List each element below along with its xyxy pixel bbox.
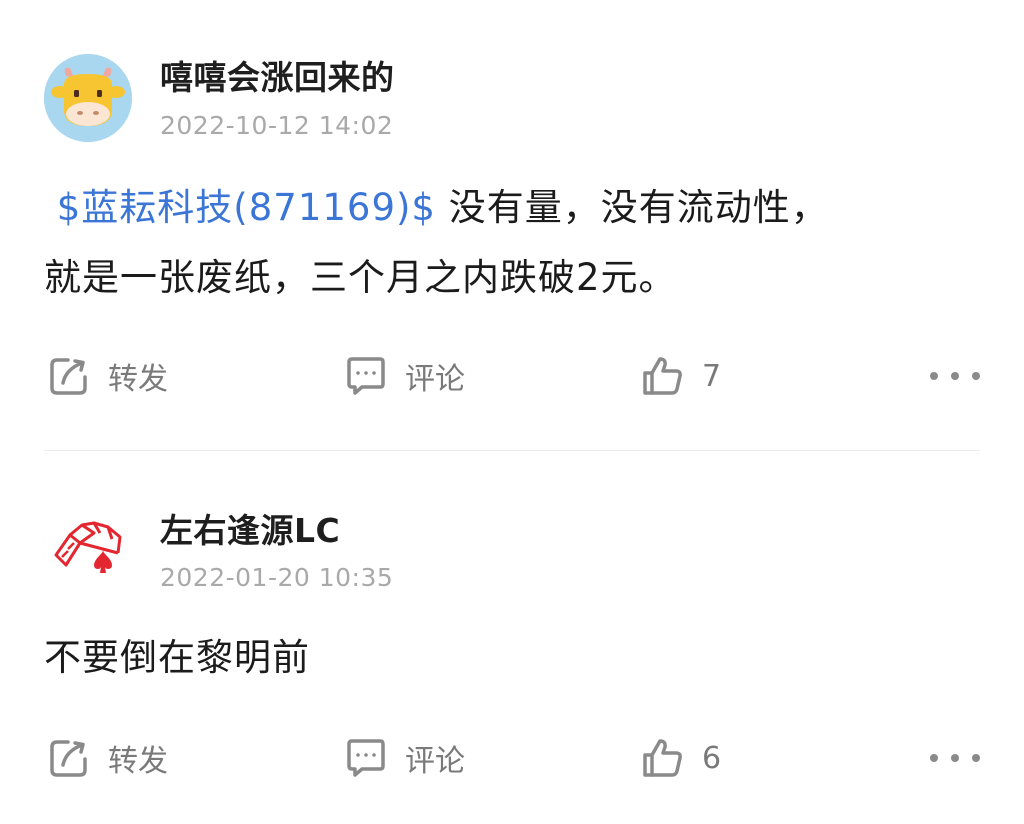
post-text-line: 不要倒在黎明前: [44, 636, 310, 679]
post-text-segment: 没有量，没有流动性，: [435, 186, 829, 229]
like-button[interactable]: 7: [640, 351, 721, 401]
post-content: $蓝耘科技(871169)$ 没有量，没有流动性， 就是一张废纸，三个月之内跌破…: [44, 173, 984, 313]
stock-link[interactable]: $蓝耘科技(871169)$: [57, 186, 436, 229]
post-text-line: $蓝耘科技(871169)$ 没有量，没有流动性，: [44, 173, 984, 243]
repost-icon: [50, 740, 87, 777]
playing-cards-avatar-icon: [44, 503, 132, 591]
comment-feed: 嘻嘻会涨回来的 2022-10-12 14:02 $蓝耘科技(871169)$ …: [0, 0, 1024, 824]
comment-label: 评论: [405, 744, 465, 779]
repost-label: 转发: [108, 362, 168, 397]
post-actions: 转发 评论 7: [0, 351, 1024, 401]
post-item: 左右逢源LC 2022-01-20 10:35 不要倒在黎明前 转发 评论 6: [0, 451, 1024, 824]
post-text-line: 就是一张废纸，三个月之内跌破2元。: [44, 256, 677, 299]
more-icon: [972, 754, 980, 762]
comment-button[interactable]: 评论: [343, 351, 465, 401]
avatar[interactable]: [44, 54, 132, 142]
repost-button[interactable]: 转发: [46, 351, 168, 401]
comment-icon: [347, 357, 385, 395]
thumbs-up-icon: [643, 357, 682, 395]
like-count: 6: [702, 740, 722, 776]
more-icon: [951, 754, 959, 762]
post-timestamp: 2022-10-12 14:02: [160, 111, 394, 140]
username[interactable]: 左右逢源LC: [160, 511, 340, 551]
repost-label: 转发: [108, 744, 168, 779]
thumbs-up-icon: [643, 739, 682, 777]
more-icon: [930, 754, 938, 762]
cow-avatar-icon: [44, 54, 132, 142]
comment-label: 评论: [405, 362, 465, 397]
more-button[interactable]: [930, 733, 980, 783]
username[interactable]: 嘻嘻会涨回来的: [160, 58, 395, 98]
repost-icon: [50, 358, 87, 395]
avatar[interactable]: [44, 503, 132, 591]
repost-button[interactable]: 转发: [46, 733, 168, 783]
comment-button[interactable]: 评论: [343, 733, 465, 783]
more-button[interactable]: [930, 351, 980, 401]
post-item: 嘻嘻会涨回来的 2022-10-12 14:02 $蓝耘科技(871169)$ …: [0, 0, 1024, 450]
more-icon: [930, 372, 938, 380]
more-icon: [951, 372, 959, 380]
post-actions: 转发 评论 6: [0, 733, 1024, 783]
comment-icon: [347, 739, 385, 777]
like-count: 7: [702, 358, 722, 394]
post-content: 不要倒在黎明前: [44, 623, 984, 693]
more-icon: [972, 372, 980, 380]
like-button[interactable]: 6: [640, 733, 721, 783]
post-timestamp: 2022-01-20 10:35: [160, 563, 394, 592]
